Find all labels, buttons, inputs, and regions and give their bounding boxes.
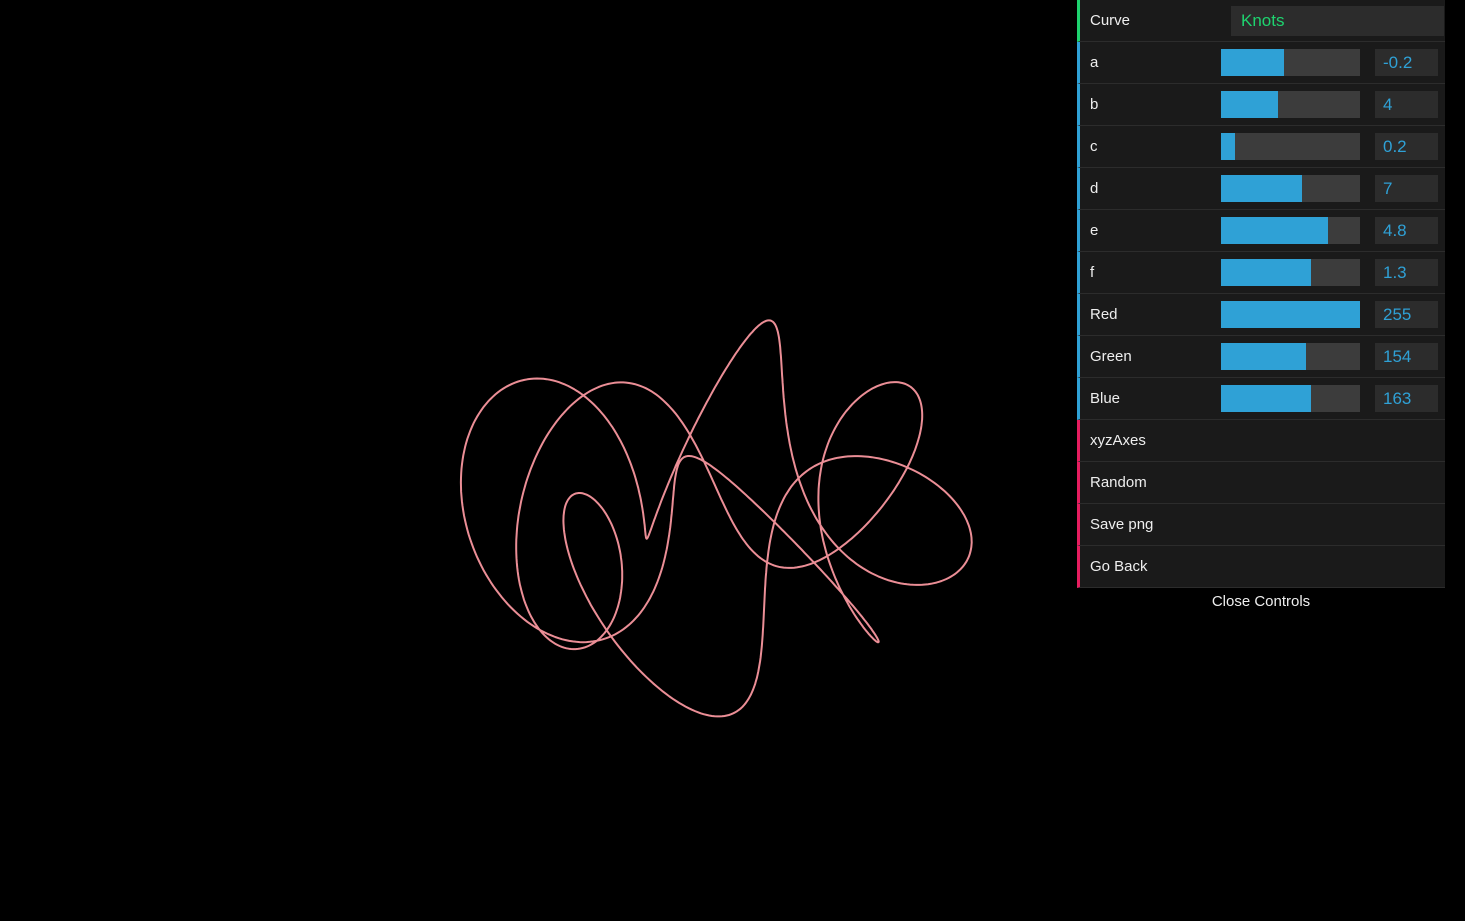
slider-value-blue[interactable]: 163: [1375, 385, 1438, 412]
slider-fill: [1221, 133, 1235, 160]
slider-label-b: b: [1080, 96, 1221, 113]
slider-f[interactable]: [1221, 259, 1360, 286]
slider-row-blue: Blue 163: [1077, 378, 1445, 420]
save-png-button-label: Save png: [1080, 516, 1153, 533]
slider-c[interactable]: [1221, 133, 1360, 160]
slider-row-f: f 1.3: [1077, 252, 1445, 294]
slider-label-green: Green: [1080, 348, 1221, 365]
slider-value-red[interactable]: 255: [1375, 301, 1438, 328]
slider-value-green[interactable]: 154: [1375, 343, 1438, 370]
random-button[interactable]: Random: [1077, 462, 1445, 504]
slider-fill: [1221, 343, 1306, 370]
slider-b[interactable]: [1221, 91, 1360, 118]
close-controls-button[interactable]: Close Controls: [1077, 588, 1445, 616]
slider-a[interactable]: [1221, 49, 1360, 76]
slider-value-f[interactable]: 1.3: [1375, 259, 1438, 286]
slider-green[interactable]: [1221, 343, 1360, 370]
slider-label-c: c: [1080, 138, 1221, 155]
slider-row-a: a -0.2: [1077, 42, 1445, 84]
slider-label-a: a: [1080, 54, 1221, 71]
xyzaxes-button[interactable]: xyzAxes: [1077, 420, 1445, 462]
slider-fill: [1221, 217, 1328, 244]
slider-fill: [1221, 385, 1311, 412]
slider-value-c[interactable]: 0.2: [1375, 133, 1438, 160]
go-back-button[interactable]: Go Back: [1077, 546, 1445, 588]
slider-row-e: e 4.8: [1077, 210, 1445, 252]
dat-gui-panel: Curve Knots a -0.2 b 4 c 0.2 d 7 e 4.8 f…: [1077, 0, 1445, 616]
xyzaxes-button-label: xyzAxes: [1080, 432, 1146, 449]
slider-d[interactable]: [1221, 175, 1360, 202]
slider-row-c: c 0.2: [1077, 126, 1445, 168]
slider-value-e[interactable]: 4.8: [1375, 217, 1438, 244]
go-back-button-label: Go Back: [1080, 558, 1148, 575]
slider-fill: [1221, 175, 1302, 202]
curve-select-row: Curve Knots: [1077, 0, 1445, 42]
slider-fill: [1221, 49, 1284, 76]
slider-label-blue: Blue: [1080, 390, 1221, 407]
slider-row-green: Green 154: [1077, 336, 1445, 378]
slider-label-f: f: [1080, 264, 1221, 281]
slider-label-d: d: [1080, 180, 1221, 197]
curve-select[interactable]: Knots: [1231, 6, 1444, 36]
slider-row-b: b 4: [1077, 84, 1445, 126]
knot-curve: [461, 320, 972, 716]
slider-e[interactable]: [1221, 217, 1360, 244]
slider-value-b[interactable]: 4: [1375, 91, 1438, 118]
save-png-button[interactable]: Save png: [1077, 504, 1445, 546]
slider-red[interactable]: [1221, 301, 1360, 328]
slider-row-red: Red 255: [1077, 294, 1445, 336]
slider-fill: [1221, 259, 1311, 286]
slider-fill: [1221, 301, 1360, 328]
random-button-label: Random: [1080, 474, 1147, 491]
slider-fill: [1221, 91, 1278, 118]
slider-label-e: e: [1080, 222, 1221, 239]
slider-label-red: Red: [1080, 306, 1221, 323]
curve-label: Curve: [1080, 12, 1221, 29]
slider-value-a[interactable]: -0.2: [1375, 49, 1438, 76]
slider-value-d[interactable]: 7: [1375, 175, 1438, 202]
slider-row-d: d 7: [1077, 168, 1445, 210]
slider-blue[interactable]: [1221, 385, 1360, 412]
